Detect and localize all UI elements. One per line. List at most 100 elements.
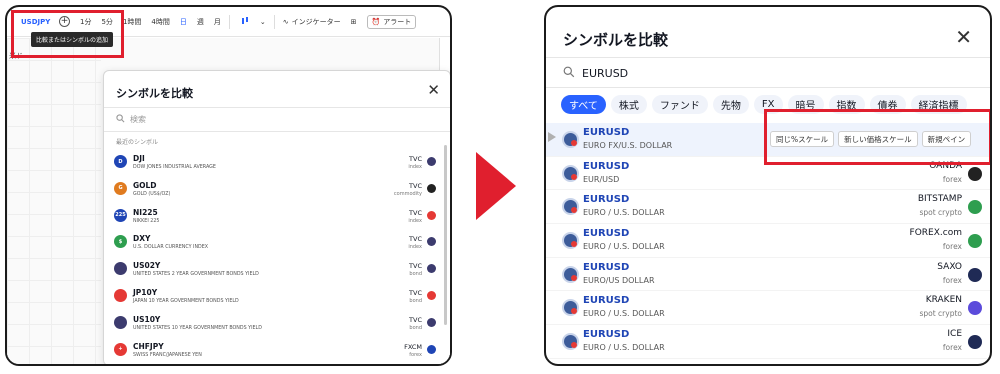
symbol-description: EUR/USD <box>583 174 620 184</box>
country-flag-icon <box>427 237 436 247</box>
symbol-code: NI225 <box>133 207 158 217</box>
symbol-code: CHFJPY <box>133 341 164 351</box>
alert-button[interactable]: ⏰ アラート <box>366 14 417 29</box>
country-flag-icon <box>427 290 436 300</box>
exchange-logo-icon <box>968 267 982 282</box>
timeframe-button[interactable]: 週 <box>197 17 204 27</box>
symbol-type: spot crypto <box>919 208 962 218</box>
list-item[interactable]: US10Y UNITED STATES 10 YEAR GOVERNMENT BO… <box>104 311 440 338</box>
exchange-logo-icon <box>968 200 982 215</box>
symbol-description: UNITED STATES 2 YEAR GOVERNMENT BONDS YI… <box>133 272 259 278</box>
symbol-type: bond <box>409 297 422 304</box>
filter-chip[interactable]: 株式 <box>610 95 647 114</box>
symbol-type: forex <box>942 275 962 285</box>
timeframe-button[interactable]: 月 <box>214 17 221 27</box>
list-item[interactable]: JP10Y JAPAN 10 YEAR GOVERNMENT BONDS YIEL… <box>104 284 440 311</box>
currency-flag-icon <box>562 198 579 216</box>
symbol-description: NIKKEI 225 <box>133 218 160 224</box>
timeframe-button[interactable]: 日 <box>180 17 187 27</box>
symbol-code: DXY <box>133 234 151 244</box>
result-row[interactable]: EURUSD EURO/US DOLLAR SAXO forex <box>546 258 990 292</box>
filter-chip[interactable]: 先物 <box>712 95 749 114</box>
exchange-name: SAXO <box>937 261 962 272</box>
symbol-logo-icon <box>114 288 127 302</box>
highlight-box <box>11 10 124 58</box>
alert-label: アラート <box>383 17 412 26</box>
symbol-type: index <box>408 164 422 170</box>
symbol-description: EURO / U.S. DOLLAR <box>583 309 665 319</box>
timeframe-button[interactable]: 1時間 <box>123 17 141 27</box>
layout-grid-icon[interactable]: ⊞ <box>351 18 357 26</box>
symbol-code: EURUSD <box>583 261 630 273</box>
symbol-type: forex <box>409 351 422 358</box>
exchange-logo-icon <box>968 301 982 316</box>
list-item[interactable]: 225 NI225 NIKKEI 225 TVC index <box>104 204 440 231</box>
symbol-description: UNITED STATES 10 YEAR GOVERNMENT BONDS Y… <box>133 325 262 331</box>
country-flag-icon <box>427 264 436 274</box>
search-icon <box>563 66 575 81</box>
symbol-logo-icon <box>114 262 127 276</box>
symbol-code: US02Y <box>133 261 161 271</box>
symbol-logo-icon: 225 <box>114 208 127 222</box>
arrow-right-icon <box>476 152 516 220</box>
symbol-type: commodity <box>393 190 422 197</box>
highlight-box <box>764 109 990 165</box>
drag-handle-icon[interactable] <box>548 132 556 142</box>
result-row[interactable]: EURUSD EURO / U.S. DOLLAR FOREX.com forex <box>546 224 990 258</box>
symbol-source: TVC <box>409 208 422 217</box>
symbol-code: EURUSD <box>583 194 630 206</box>
symbol-type: forex <box>942 242 962 252</box>
symbol-type: index <box>408 217 422 224</box>
filter-chip[interactable]: すべて <box>561 95 606 114</box>
list-item[interactable]: D DJI DOW JONES INDUSTRIAL AVERAGE TVC index <box>104 150 440 177</box>
close-icon[interactable]: ✕ <box>427 81 440 99</box>
currency-flag-icon <box>562 299 579 317</box>
symbol-source: TVC <box>409 262 422 271</box>
list-item[interactable]: G GOLD GOLD (US$/OZ) TVC commodity <box>104 177 440 204</box>
dialog-title: シンボルを比較 <box>116 87 193 100</box>
symbol-code: EURUSD <box>583 127 630 138</box>
filter-chip[interactable]: ファンド <box>651 95 708 114</box>
close-icon[interactable]: ✕ <box>955 25 972 49</box>
indicators-button[interactable]: ∿ インジケーター <box>283 17 341 27</box>
symbol-description: JAPAN 10 YEAR GOVERNMENT BONDS YIELD <box>133 298 239 304</box>
indicators-icon: ∿ <box>282 17 289 26</box>
symbol-source: TVC <box>409 288 422 297</box>
exchange-logo-icon <box>968 166 982 181</box>
country-flag-icon <box>427 183 436 193</box>
toolbar-divider <box>273 14 275 29</box>
symbol-code: DJI <box>133 154 145 163</box>
exchange-name: BITSTAMP <box>917 194 962 205</box>
scrollbar[interactable] <box>444 145 447 325</box>
list-item[interactable]: + CHFJPY SWISS FRANC/JAPANESE YEN FXCM forex <box>104 338 440 364</box>
timeframe-button[interactable]: 4時間 <box>151 17 169 27</box>
currency-flag-icon <box>562 164 579 182</box>
result-row[interactable]: EURUSD EURO / U.S. DOLLAR BITSTAMP spot cry… <box>546 190 990 225</box>
compare-dialog-small: シンボルを比較 ✕ 検索 最近のシンボル D DJI DOW JONES INDUS… <box>103 70 450 364</box>
exchange-name: KRAKEN <box>925 295 962 306</box>
symbol-source: TVC <box>409 235 422 244</box>
symbol-description: SWISS FRANC/JAPANESE YEN <box>133 352 202 358</box>
compare-dialog-large: シンボルを比較 ✕ EURUSD すべて 株式 ファンド 先物 FX 暗号 指数 債券 経済指標… <box>544 5 992 366</box>
list-item[interactable]: $ DXY U.S. DOLLAR CURRENCY INDEX TVC index <box>104 230 440 257</box>
symbol-description: U.S. DOLLAR CURRENCY INDEX <box>133 245 209 251</box>
chevron-down-icon[interactable]: ⌄ <box>260 18 266 26</box>
left-screenshot-panel: 米ド USDJPY + 1分 5分 1時間 4時間日週月 ⌄ ∿ インジケーター ⊞ … <box>5 5 452 366</box>
search-input[interactable]: EURUSD <box>563 66 628 81</box>
symbol-description: EURO/US DOLLAR <box>583 275 655 285</box>
candle-style-icon[interactable] <box>240 16 250 28</box>
search-input[interactable]: 検索 <box>116 114 146 125</box>
country-flag-icon <box>427 344 436 354</box>
symbol-description: DOW JONES INDUSTRIAL AVERAGE <box>133 165 216 170</box>
symbol-description: GOLD (US$/OZ) <box>133 191 171 197</box>
symbol-code: EURUSD <box>583 160 630 172</box>
symbol-source: TVC <box>409 181 422 190</box>
country-flag-icon <box>427 210 436 220</box>
divider <box>104 131 450 132</box>
result-row[interactable]: EURUSD EURO / U.S. DOLLAR KRAKEN spot crypt… <box>546 291 990 326</box>
result-row[interactable]: EURUSD EURO / U.S. DOLLAR ICE forex <box>546 325 990 359</box>
list-item[interactable]: US02Y UNITED STATES 2 YEAR GOVERNMENT BON… <box>104 257 440 284</box>
recent-symbols-list: D DJI DOW JONES INDUSTRIAL AVERAGE TVC index… <box>104 150 440 364</box>
symbol-code: EURUSD <box>583 295 630 307</box>
search-value: EURUSD <box>582 67 629 80</box>
